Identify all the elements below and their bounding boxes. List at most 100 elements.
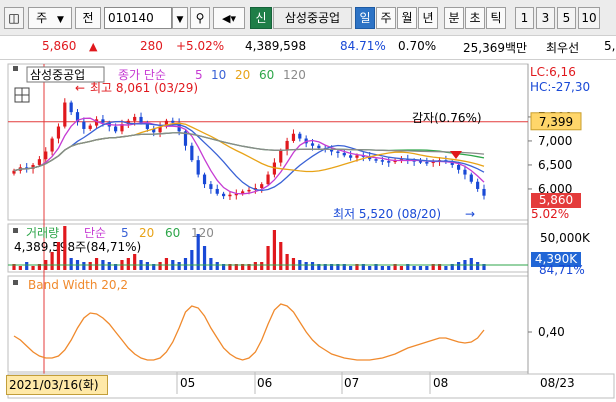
volume-bar: [418, 266, 423, 270]
period-tab[interactable]: 분: [444, 7, 464, 29]
candle-body: [215, 188, 219, 194]
candle-body: [387, 161, 391, 163]
period-tab[interactable]: 주: [376, 7, 396, 29]
volume-bar: [107, 262, 111, 270]
candle-body: [101, 119, 105, 123]
volume-bar: [158, 262, 162, 270]
candle-body: [196, 160, 200, 175]
minute-button[interactable]: 1: [515, 7, 534, 29]
layout-icon[interactable]: ◫: [4, 7, 24, 29]
candle-body: [482, 188, 486, 196]
volume-bar: [310, 262, 315, 270]
ma-period-label: 120: [283, 68, 306, 82]
candle-body: [133, 116, 137, 121]
volume-bar: [279, 242, 283, 270]
stock-chart[interactable]: 삼성중공업 종가 단순 5 10 20 60 120 ← 최고 8,061 (03/29) 감자(…: [0, 60, 616, 402]
stock-code-input[interactable]: 010140: [104, 7, 172, 29]
minute-button[interactable]: 3: [536, 7, 555, 29]
new-badge[interactable]: 신: [250, 7, 272, 29]
current-price-pct: 5.02%: [531, 207, 569, 221]
market-select[interactable]: 전: [75, 7, 101, 29]
candle-body: [228, 194, 232, 197]
candle-body: [456, 164, 461, 170]
candle-body: [291, 133, 296, 141]
minute-button[interactable]: 5: [557, 7, 576, 29]
volume-bar: [387, 266, 391, 270]
end-date: 08/23: [540, 376, 575, 390]
volume-bar: [69, 258, 73, 270]
month-label: 06: [257, 376, 273, 390]
marker-price-value: 7,399: [539, 115, 573, 129]
current-volume-pct: 84,71%: [539, 263, 585, 277]
candle-body: [260, 184, 264, 188]
candle-body: [349, 155, 353, 158]
period-tab[interactable]: 초: [465, 7, 485, 29]
volume-bar: [215, 262, 219, 270]
period-tab[interactable]: 년: [418, 7, 438, 29]
volume-bar: [94, 258, 99, 270]
panel-handle-icon: [13, 228, 18, 233]
volume-bar: [456, 262, 461, 270]
band-width-title: Band Width 20,2: [28, 278, 128, 292]
candle-body: [56, 126, 61, 139]
candle-body: [266, 174, 270, 185]
ma-period-label: 5: [195, 68, 203, 82]
volume-bar: [202, 246, 207, 270]
volume-bar: [145, 262, 149, 270]
sound-button[interactable]: ◀▾: [213, 7, 245, 29]
volume-bar: [18, 266, 22, 270]
volume-bar: [177, 262, 181, 270]
search-icon: ⚲: [195, 11, 205, 25]
candle-body: [317, 145, 321, 149]
volume-bar: [164, 258, 169, 270]
candle-body: [209, 184, 213, 189]
period-tab[interactable]: 월: [397, 7, 417, 29]
volume-bar: [291, 258, 296, 270]
volume-bar: [412, 266, 416, 270]
period-tab[interactable]: 틱: [486, 7, 506, 29]
volume-ratio: 84.71%: [340, 39, 386, 53]
search-button[interactable]: ⚲: [190, 7, 210, 29]
volume-bar: [253, 262, 257, 270]
volume-ma-period: 20: [139, 226, 154, 240]
market-select-value: 전: [82, 11, 94, 25]
toolbar: ◫ 주 ▼ 전 010140 ▼ ⚲ ◀▾ 신 삼성중공업 일주월년분초틱135…: [0, 0, 616, 36]
volume-ma-period: 5: [121, 226, 129, 240]
candle-body: [12, 170, 16, 174]
candle-body: [469, 174, 473, 182]
panel-handle-icon: [13, 66, 18, 71]
candle-body: [114, 126, 118, 132]
candle-body: [88, 125, 92, 129]
volume-bar: [56, 242, 61, 270]
candle-body: [476, 181, 480, 189]
volume-ma-title: 단순: [84, 226, 106, 240]
low-arrow-icon: →: [465, 207, 475, 221]
volume-bar: [260, 262, 264, 270]
candle-body: [171, 120, 175, 123]
volume-bar: [63, 226, 67, 270]
minute-button[interactable]: 10: [578, 7, 600, 29]
high-arrow-icon: ←: [75, 81, 85, 95]
volume-bar: [183, 258, 188, 270]
current-price: 5,860: [42, 39, 77, 53]
volume-bar: [285, 254, 289, 270]
period-tab[interactable]: 일: [355, 7, 375, 29]
band-axis-label: 0,40: [538, 325, 565, 339]
candle-body: [139, 116, 143, 123]
period-select[interactable]: 주 ▼: [28, 7, 72, 29]
volume-bar: [380, 266, 384, 270]
volume-bar: [31, 266, 35, 270]
volume-bar: [272, 230, 277, 270]
speaker-icon: ◀▾: [222, 12, 236, 25]
candle-body: [82, 121, 86, 129]
hc-label: HC:-27,30: [530, 80, 590, 94]
chevron-down-icon: ▼: [56, 15, 64, 25]
chart-area[interactable]: 삼성중공업 종가 단순 5 10 20 60 120 ← 최고 8,061 (03/29) 감자(…: [0, 60, 616, 402]
turnover-rate: 0.70%: [398, 39, 437, 53]
volume-ma-period: 60: [165, 226, 180, 240]
volume-bar: [190, 250, 194, 270]
best-quote-label: 최우선: [546, 41, 580, 55]
volume-bar: [368, 266, 372, 270]
volume: 4,389,598: [245, 39, 307, 53]
code-dropdown-button[interactable]: ▼: [172, 7, 188, 29]
